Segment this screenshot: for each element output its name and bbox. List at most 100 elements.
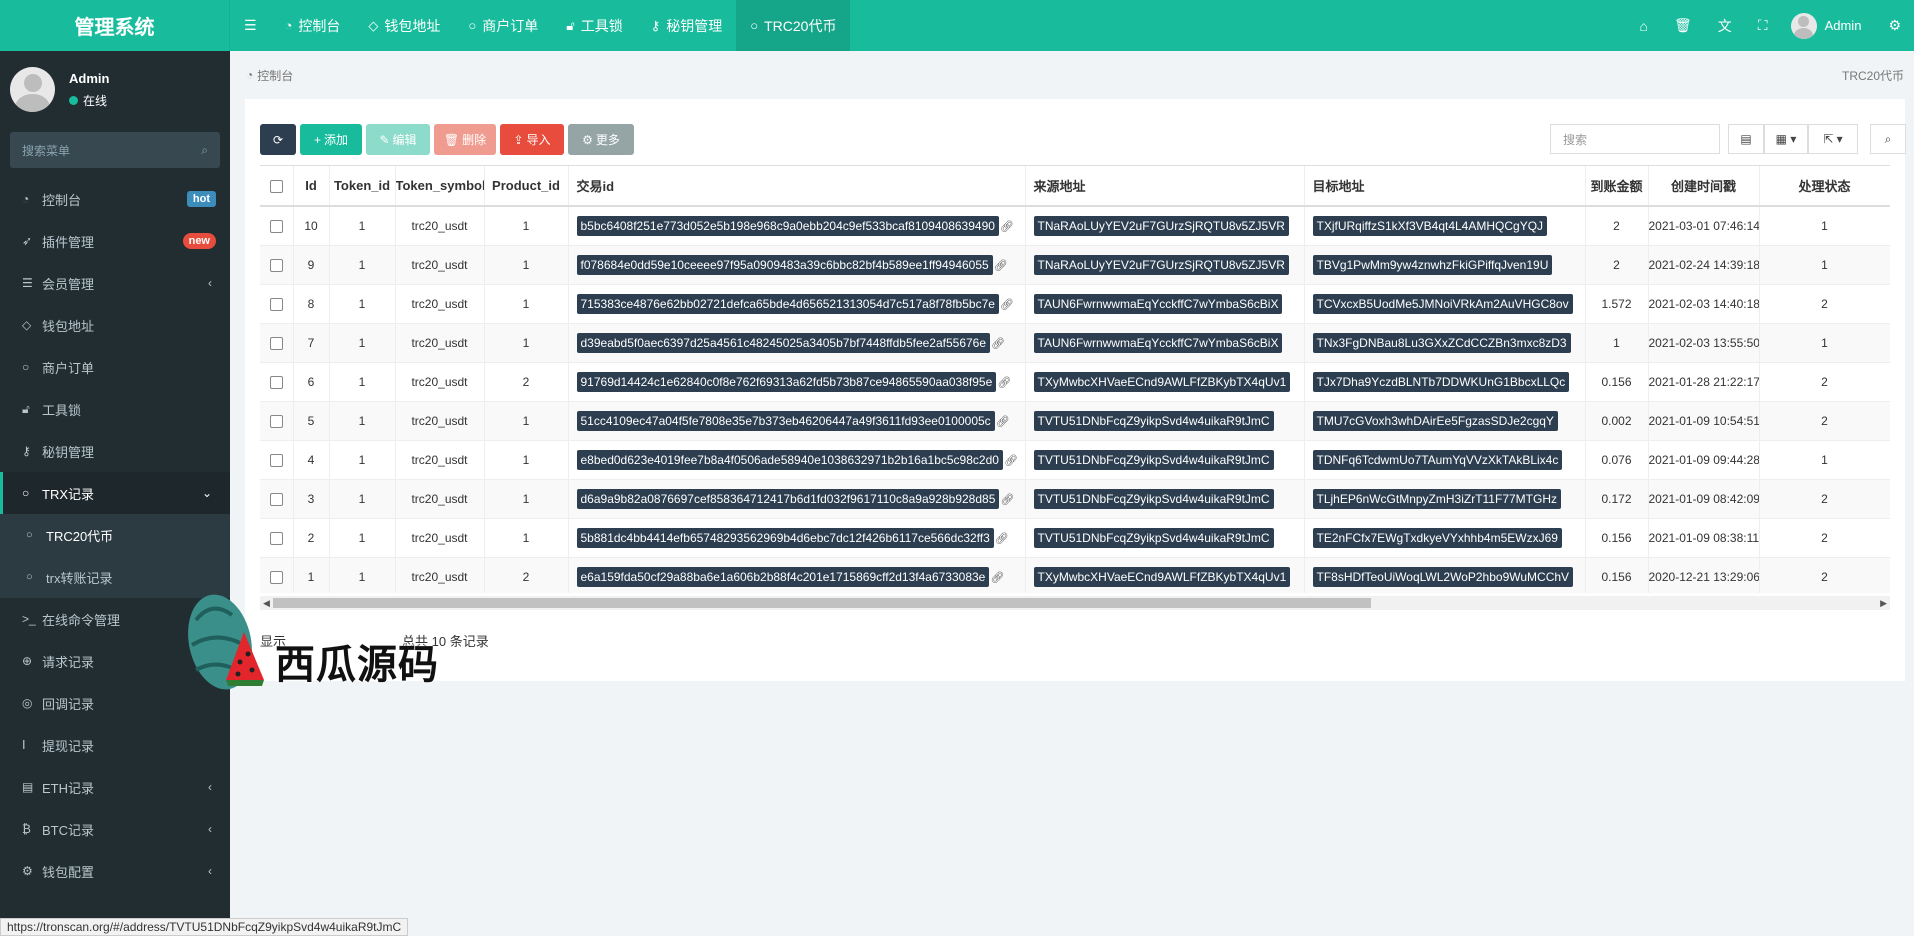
clear-cache-button[interactable]: 🗑︎ — [1661, 0, 1705, 51]
from-address-link[interactable]: TAUN6FwrnwwmaEqYcckffC7wYmbaS6cBiX — [1033, 332, 1283, 353]
topnav-tab-keys[interactable]: ⚷ 秘钥管理 — [637, 0, 737, 51]
table-search-input[interactable]: 搜索 — [1550, 124, 1720, 154]
col-header-id[interactable]: Id — [293, 166, 330, 207]
sidebar-item-toollock[interactable]: 🔓︎ 工具锁 — [0, 388, 230, 430]
from-address-link[interactable]: TVTU51DNbFcqZ9yikpSvd4w4uikaR9tJmC — [1033, 527, 1274, 548]
topnav-tab-wallet[interactable]: ◇ 钱包地址 — [354, 0, 454, 51]
menu-toggle-button[interactable]: ☰ — [230, 0, 271, 51]
edit-button[interactable]: ✎ 编辑 — [366, 124, 430, 155]
row-checkbox[interactable] — [260, 401, 294, 441]
row-checkbox[interactable] — [260, 323, 294, 363]
sidebar-item-wallet[interactable]: ◇ 钱包地址 — [0, 304, 230, 346]
columns-button[interactable]: ▦ ▾ — [1764, 124, 1808, 154]
txid-link[interactable]: d6a9a9b82a0876697cef858364712417b6d1fd03… — [576, 488, 1000, 509]
table-row[interactable]: 2 1 trc20_usdt 1 5b881dc4bb4414efb6574829356… — [260, 518, 1890, 558]
more-button[interactable]: ⚙ 更多 — [568, 124, 634, 155]
row-checkbox[interactable] — [260, 440, 294, 480]
col-header-status[interactable]: 处理状态 — [1759, 166, 1890, 207]
sidebar-item-btc[interactable]: ₿ BTC记录 ‹ — [0, 808, 230, 850]
settings-button[interactable]: ⚙ — [1875, 0, 1914, 51]
advanced-search-button[interactable]: ⌕ — [1870, 124, 1906, 154]
txid-link[interactable]: d39eabd5f0aec6397d25a4561c48245025a3405b… — [576, 332, 991, 353]
col-header-product-id[interactable]: Product_id — [484, 166, 569, 207]
to-address-link[interactable]: TCVxcxB5UodMe5JMNoiVRkAm2AuVHGC8ov — [1312, 293, 1573, 314]
table-row[interactable]: 1 1 trc20_usdt 2 e6a159fda50cf29a88ba6e1a606… — [260, 557, 1890, 593]
from-address-link[interactable]: TVTU51DNbFcqZ9yikpSvd4w4uikaR9tJmC — [1033, 488, 1274, 509]
row-checkbox[interactable] — [260, 557, 294, 593]
topnav-tab-dashboard[interactable]: ◔ 控制台 — [271, 0, 355, 51]
txid-link[interactable]: 715383ce4876e62bb02721defca65bde4d656521… — [576, 293, 999, 314]
scrollbar-thumb[interactable] — [273, 598, 1371, 608]
sidebar-item-trc20[interactable]: ○ TRC20代币 — [0, 514, 230, 556]
table-row[interactable]: 8 1 trc20_usdt 1 715383ce4876e62bb02721defca… — [260, 284, 1890, 324]
toggle-view-button[interactable]: ▤ — [1728, 124, 1764, 154]
txid-link[interactable]: b5bc6408f251e773d052e5b198e968c9a0ebb204… — [576, 215, 999, 236]
to-address-link[interactable]: TJx7Dha9YczdBLNTb7DDWKUnG1BbcxLLQc — [1312, 371, 1570, 392]
table-row[interactable]: 4 1 trc20_usdt 1 e8bed0d623e4019fee7b8a4f050… — [260, 440, 1890, 480]
to-address-link[interactable]: TLjhEP6nWcGtMnpyZmH3iZrT11F77MTGHz — [1312, 488, 1561, 509]
sidebar-item-wallet-config[interactable]: ⚙ 钱包配置 ‹ — [0, 850, 230, 892]
sidebar-item-trx[interactable]: ○ TRX记录 ⌄ — [0, 472, 230, 514]
txid-link[interactable]: f078684e0dd59e10ceeee97f95a0909483a39c6b… — [576, 254, 993, 275]
table-row[interactable]: 3 1 trc20_usdt 1 d6a9a9b82a0876697cef8583647… — [260, 479, 1890, 519]
to-address-link[interactable]: TMU7cGVoxh3whDAirEe5FgzasSDJe2cgqY — [1312, 410, 1558, 431]
txid-link[interactable]: e6a159fda50cf29a88ba6e1a606b2b88f4c201e1… — [576, 566, 990, 587]
delete-button[interactable]: 🗑︎ 删除 — [434, 124, 496, 155]
col-header-txid[interactable]: 交易id — [568, 166, 1026, 207]
col-header-from[interactable]: 来源地址 — [1025, 166, 1305, 207]
sidebar-item-members[interactable]: ☰ 会员管理 ‹ — [0, 262, 230, 304]
from-address-link[interactable]: TXyMwbcXHVaeECnd9AWLFfZBKybTX4qUv1 — [1033, 566, 1291, 587]
col-header-token-symbol[interactable]: Token_symbol — [395, 166, 485, 207]
horizontal-scrollbar[interactable]: ◀ ▶ — [260, 596, 1890, 610]
sidebar-search-input[interactable]: 搜索菜单 ⌕ — [10, 132, 220, 168]
user-menu[interactable]: Admin — [1781, 0, 1876, 51]
to-address-link[interactable]: TF8sHDfTeoUiWoqLWL2WoP2hbo9WuMCChV — [1312, 566, 1574, 587]
topnav-tab-orders[interactable]: ○ 商户订单 — [454, 0, 552, 51]
app-logo[interactable]: 管理系统 — [0, 0, 230, 51]
language-button[interactable]: 文 — [1705, 0, 1745, 51]
table-row[interactable]: 10 1 trc20_usdt 1 b5bc6408f251e773d052e5b198… — [260, 206, 1890, 246]
add-button[interactable]: + 添加 — [300, 124, 362, 155]
from-address-link[interactable]: TVTU51DNbFcqZ9yikpSvd4w4uikaR9tJmC — [1033, 410, 1274, 431]
col-header-amount[interactable]: 到账金额 — [1585, 166, 1649, 207]
table-row[interactable]: 7 1 trc20_usdt 1 d39eabd5f0aec6397d25a4561c4… — [260, 323, 1890, 363]
select-all-checkbox[interactable] — [260, 166, 294, 207]
sidebar-item-dashboard[interactable]: ◔ 控制台 hot — [0, 178, 230, 220]
sidebar-item-withdraw[interactable]: Ⅰ 提现记录 — [0, 724, 230, 766]
txid-link[interactable]: 5b881dc4bb4414efb65748293562969b4d6ebc7d… — [576, 527, 994, 548]
import-button[interactable]: ⇪ 导入 — [500, 124, 564, 155]
refresh-button[interactable]: ⟳ — [260, 124, 296, 155]
sidebar-item-plugins[interactable]: ➶ 插件管理 new — [0, 220, 230, 262]
home-button[interactable]: ⌂ — [1627, 0, 1661, 51]
row-checkbox[interactable] — [260, 518, 294, 558]
fullscreen-button[interactable]: ⛶ — [1745, 0, 1781, 51]
from-address-link[interactable]: TNaRAoLUyYEV2uF7GUrzSjRQTU8v5ZJ5VR — [1033, 215, 1289, 236]
from-address-link[interactable]: TXyMwbcXHVaeECnd9AWLFfZBKybTX4qUv1 — [1033, 371, 1291, 392]
txid-link[interactable]: 91769d14424c1e62840c0f8e762f69313a62fd5b… — [576, 371, 997, 392]
col-header-token-id[interactable]: Token_id — [329, 166, 396, 207]
txid-link[interactable]: e8bed0d623e4019fee7b8a4f0506ade58940e103… — [576, 449, 1003, 470]
topnav-tab-toollock[interactable]: 🔓︎ 工具锁 — [552, 0, 636, 51]
table-row[interactable]: 6 1 trc20_usdt 2 91769d14424c1e62840c0f8e762… — [260, 362, 1890, 402]
export-button[interactable]: ⇱ ▾ — [1808, 124, 1858, 154]
to-address-link[interactable]: TXjfURqiffzS1kXf3VB4qt4L4AMHQCgYQJ — [1312, 215, 1548, 236]
from-address-link[interactable]: TNaRAoLUyYEV2uF7GUrzSjRQTU8v5ZJ5VR — [1033, 254, 1289, 275]
row-checkbox[interactable] — [260, 206, 294, 246]
to-address-link[interactable]: TDNFq6TcdwmUo7TAumYqVVzXkTAkBLix4c — [1312, 449, 1563, 470]
sidebar-item-orders[interactable]: ○ 商户订单 — [0, 346, 230, 388]
col-header-to[interactable]: 目标地址 — [1304, 166, 1586, 207]
to-address-link[interactable]: TE2nFCfx7EWgTxdkyeVYxhhb4m5EWzxJ69 — [1312, 527, 1562, 548]
table-row[interactable]: 9 1 trc20_usdt 1 f078684e0dd59e10ceeee97f95a… — [260, 245, 1890, 285]
row-checkbox[interactable] — [260, 362, 294, 402]
row-checkbox[interactable] — [260, 245, 294, 285]
breadcrumb-home[interactable]: ◔ 控制台 — [246, 67, 293, 84]
row-checkbox[interactable] — [260, 479, 294, 519]
to-address-link[interactable]: TNx3FgDNBau8Lu3GXxZCdCCZBn3mxc8zD3 — [1312, 332, 1571, 353]
to-address-link[interactable]: TBVg1PwMm9yw4znwhzFkiGPiffqJven19U — [1312, 254, 1553, 275]
from-address-link[interactable]: TAUN6FwrnwwmaEqYcckffC7wYmbaS6cBiX — [1033, 293, 1283, 314]
txid-link[interactable]: 51cc4109ec47a04f5fe7808e35e7b373eb462064… — [576, 410, 995, 431]
topnav-tab-trc20[interactable]: ○ TRC20代币 — [736, 0, 851, 51]
sidebar-item-keys[interactable]: ⚷ 秘钥管理 — [0, 430, 230, 472]
from-address-link[interactable]: TVTU51DNbFcqZ9yikpSvd4w4uikaR9tJmC — [1033, 449, 1274, 470]
table-row[interactable]: 5 1 trc20_usdt 1 51cc4109ec47a04f5fe7808e35e… — [260, 401, 1890, 441]
